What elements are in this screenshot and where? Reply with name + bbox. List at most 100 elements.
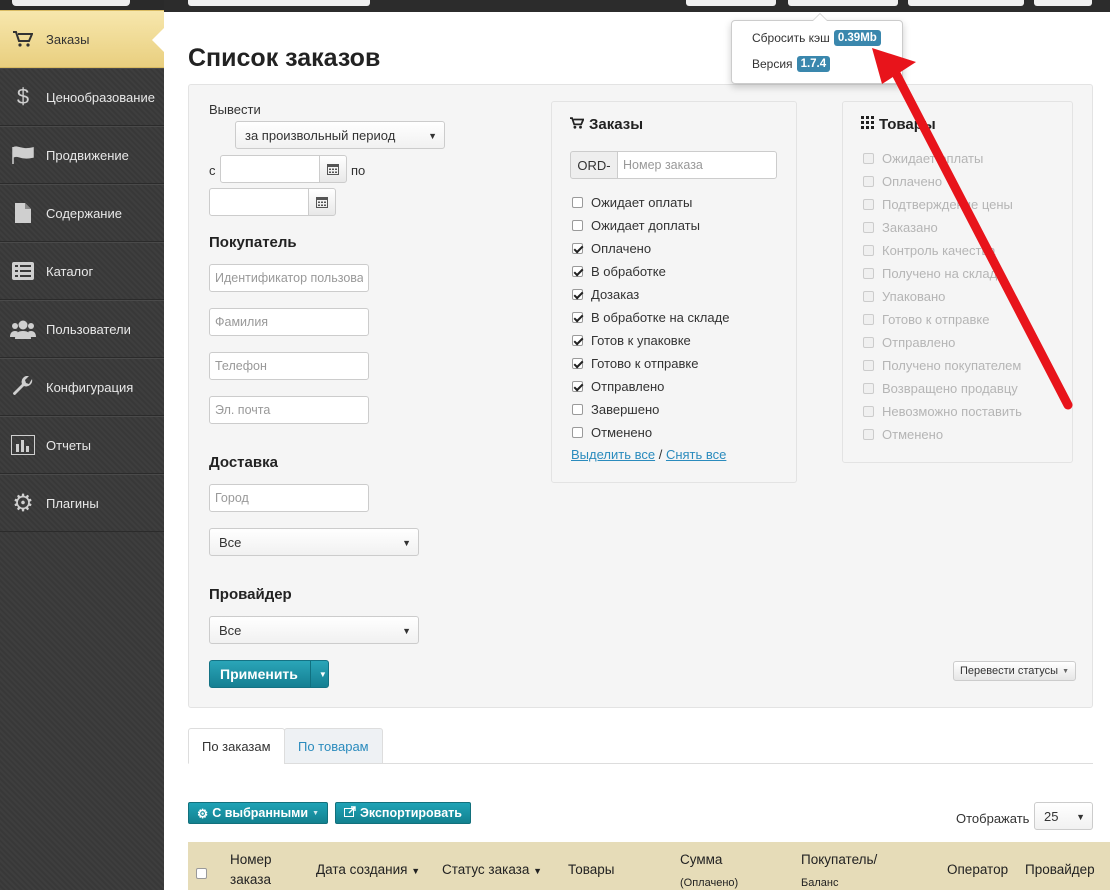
- status-label: Ожидает оплаты: [591, 195, 693, 210]
- chevron-down-icon: ▼: [428, 131, 437, 141]
- buyer-id-input[interactable]: [209, 264, 369, 292]
- status-checkbox[interactable]: [572, 381, 583, 392]
- period-select-value: за произвольный период: [245, 127, 396, 143]
- email-input[interactable]: [209, 396, 369, 424]
- calendar-icon[interactable]: [308, 188, 336, 216]
- sidebar-item-configuration[interactable]: Конфигурация: [0, 358, 164, 416]
- status-checkbox[interactable]: [572, 358, 583, 369]
- tab-by-goods[interactable]: По товарам: [284, 728, 383, 764]
- col-created[interactable]: Дата создания ▼: [316, 862, 420, 877]
- goods-status-checkbox-row: Отменено: [863, 427, 943, 442]
- order-status-checkbox-row[interactable]: В обработке на складе: [572, 310, 729, 325]
- status-label: В обработке на складе: [591, 310, 730, 325]
- order-number-input[interactable]: [617, 151, 777, 179]
- document-icon: [0, 203, 46, 223]
- col-status[interactable]: Статус заказа ▼: [442, 862, 542, 877]
- view-tabs: По заказам По товарам: [188, 728, 1093, 764]
- select-all-checkbox[interactable]: [196, 868, 207, 879]
- status-checkbox[interactable]: [572, 220, 583, 231]
- order-prefix-addon: ORD-: [570, 151, 618, 179]
- order-status-checkbox-row[interactable]: Отменено: [572, 425, 652, 440]
- status-checkbox: [863, 429, 874, 440]
- per-page-label: Отображать: [956, 811, 1030, 826]
- date-to-input[interactable]: [209, 188, 309, 216]
- top-button-1[interactable]: [686, 0, 776, 6]
- order-status-checkbox-row[interactable]: Готово к отправке: [572, 356, 698, 371]
- top-search-field[interactable]: [188, 0, 370, 6]
- sidebar-item-label: Отчеты: [46, 437, 91, 453]
- sidebar-item-catalog[interactable]: Каталог: [0, 242, 164, 300]
- order-status-checkbox-row[interactable]: Ожидает доплаты: [572, 218, 700, 233]
- select-links: Выделить все / Снять все: [571, 447, 726, 462]
- dollar-icon: $: [16, 84, 30, 109]
- with-selected-button[interactable]: ⚙ С выбранными ▼: [188, 802, 329, 824]
- order-status-checkbox-row[interactable]: Ожидает оплаты: [572, 195, 692, 210]
- orders-box-title-text: Заказы: [589, 116, 644, 133]
- phone-input[interactable]: [209, 352, 369, 380]
- chevron-down-icon: ▼: [312, 809, 320, 817]
- status-checkbox[interactable]: [572, 427, 583, 438]
- top-button-2[interactable]: [788, 0, 898, 6]
- provider-section-title: Провайдер: [209, 586, 292, 603]
- select-all-link[interactable]: Выделить все: [571, 447, 655, 462]
- sort-caret-icon: ▼: [411, 866, 421, 876]
- status-checkbox[interactable]: [572, 197, 583, 208]
- status-label: Дозаказ: [591, 287, 640, 302]
- sidebar-item-reports[interactable]: Отчеты: [0, 416, 164, 474]
- col-number[interactable]: Номер: [230, 852, 272, 867]
- sidebar-item-promotion[interactable]: Продвижение: [0, 126, 164, 184]
- change-status-button[interactable]: Перевести статусы ▼: [953, 661, 1077, 681]
- status-label: Оплачено: [591, 241, 652, 256]
- per-page-value: 25: [1044, 808, 1059, 824]
- status-checkbox[interactable]: [572, 243, 583, 254]
- city-input[interactable]: [209, 484, 369, 512]
- orders-box-title: Заказы: [570, 116, 643, 133]
- sidebar-item-label: Пользователи: [46, 321, 131, 337]
- provider-select[interactable]: Все ▼: [209, 616, 419, 644]
- apply-dropdown-caret-icon[interactable]: ▼: [309, 661, 335, 687]
- order-status-checkbox-row[interactable]: Дозаказ: [572, 287, 639, 302]
- per-page-select[interactable]: 25 ▼: [1034, 802, 1093, 830]
- order-status-checkbox-row[interactable]: Готов к упаковке: [572, 333, 691, 348]
- sidebar-item-users[interactable]: Пользователи: [0, 300, 164, 358]
- delivery-select[interactable]: Все ▼: [209, 528, 419, 556]
- apply-button[interactable]: Применить ▼: [209, 660, 329, 688]
- version-row: Версия 1.7.4: [752, 56, 831, 72]
- calendar-icon[interactable]: [319, 155, 347, 183]
- buyer-section-title: Покупатель: [209, 234, 297, 251]
- status-checkbox[interactable]: [572, 335, 583, 346]
- sidebar-item-label: Каталог: [46, 263, 94, 279]
- delivery-select-value: Все: [219, 534, 242, 550]
- order-status-checkbox-row[interactable]: Оплачено: [572, 241, 651, 256]
- status-checkbox[interactable]: [572, 289, 583, 300]
- sidebar-item-orders[interactable]: Заказы: [0, 10, 164, 68]
- order-status-checkbox-row[interactable]: В обработке: [572, 264, 666, 279]
- top-button-4[interactable]: [1034, 0, 1092, 6]
- export-button[interactable]: Экспортировать: [335, 802, 471, 824]
- sidebar-item-plugins[interactable]: ⚙ Плагины: [0, 474, 164, 532]
- col-balance: Баланс: [801, 877, 839, 889]
- sidebar-item-label: Плагины: [46, 495, 99, 511]
- status-label: Готов к упаковке: [591, 333, 691, 348]
- status-label: Завершено: [591, 402, 660, 417]
- sidebar-item-pricing[interactable]: $ Ценообразование: [0, 68, 164, 126]
- orders-table-header: Номер заказа Дата создания ▼ Статус зака…: [188, 842, 1110, 890]
- date-from-input[interactable]: [220, 155, 320, 183]
- change-status-label: Перевести статусы: [960, 665, 1059, 677]
- tab-by-orders[interactable]: По заказам: [188, 728, 285, 764]
- top-button-3[interactable]: [908, 0, 1024, 6]
- order-status-checkbox-row[interactable]: Завершено: [572, 402, 659, 417]
- col-operator: Оператор: [947, 862, 1009, 877]
- users-icon: [0, 319, 46, 339]
- sidebar-item-content[interactable]: Содержание: [0, 184, 164, 242]
- catalog-icon: [0, 262, 46, 280]
- status-checkbox[interactable]: [572, 404, 583, 415]
- order-status-checkbox-row[interactable]: Отправлено: [572, 379, 664, 394]
- annotation-arrow: [872, 48, 1073, 410]
- top-bar: [164, 0, 1110, 12]
- deselect-all-link[interactable]: Снять все: [666, 447, 726, 462]
- status-checkbox[interactable]: [572, 312, 583, 323]
- period-select[interactable]: за произвольный период ▼: [235, 121, 445, 149]
- surname-input[interactable]: [209, 308, 369, 336]
- status-checkbox[interactable]: [572, 266, 583, 277]
